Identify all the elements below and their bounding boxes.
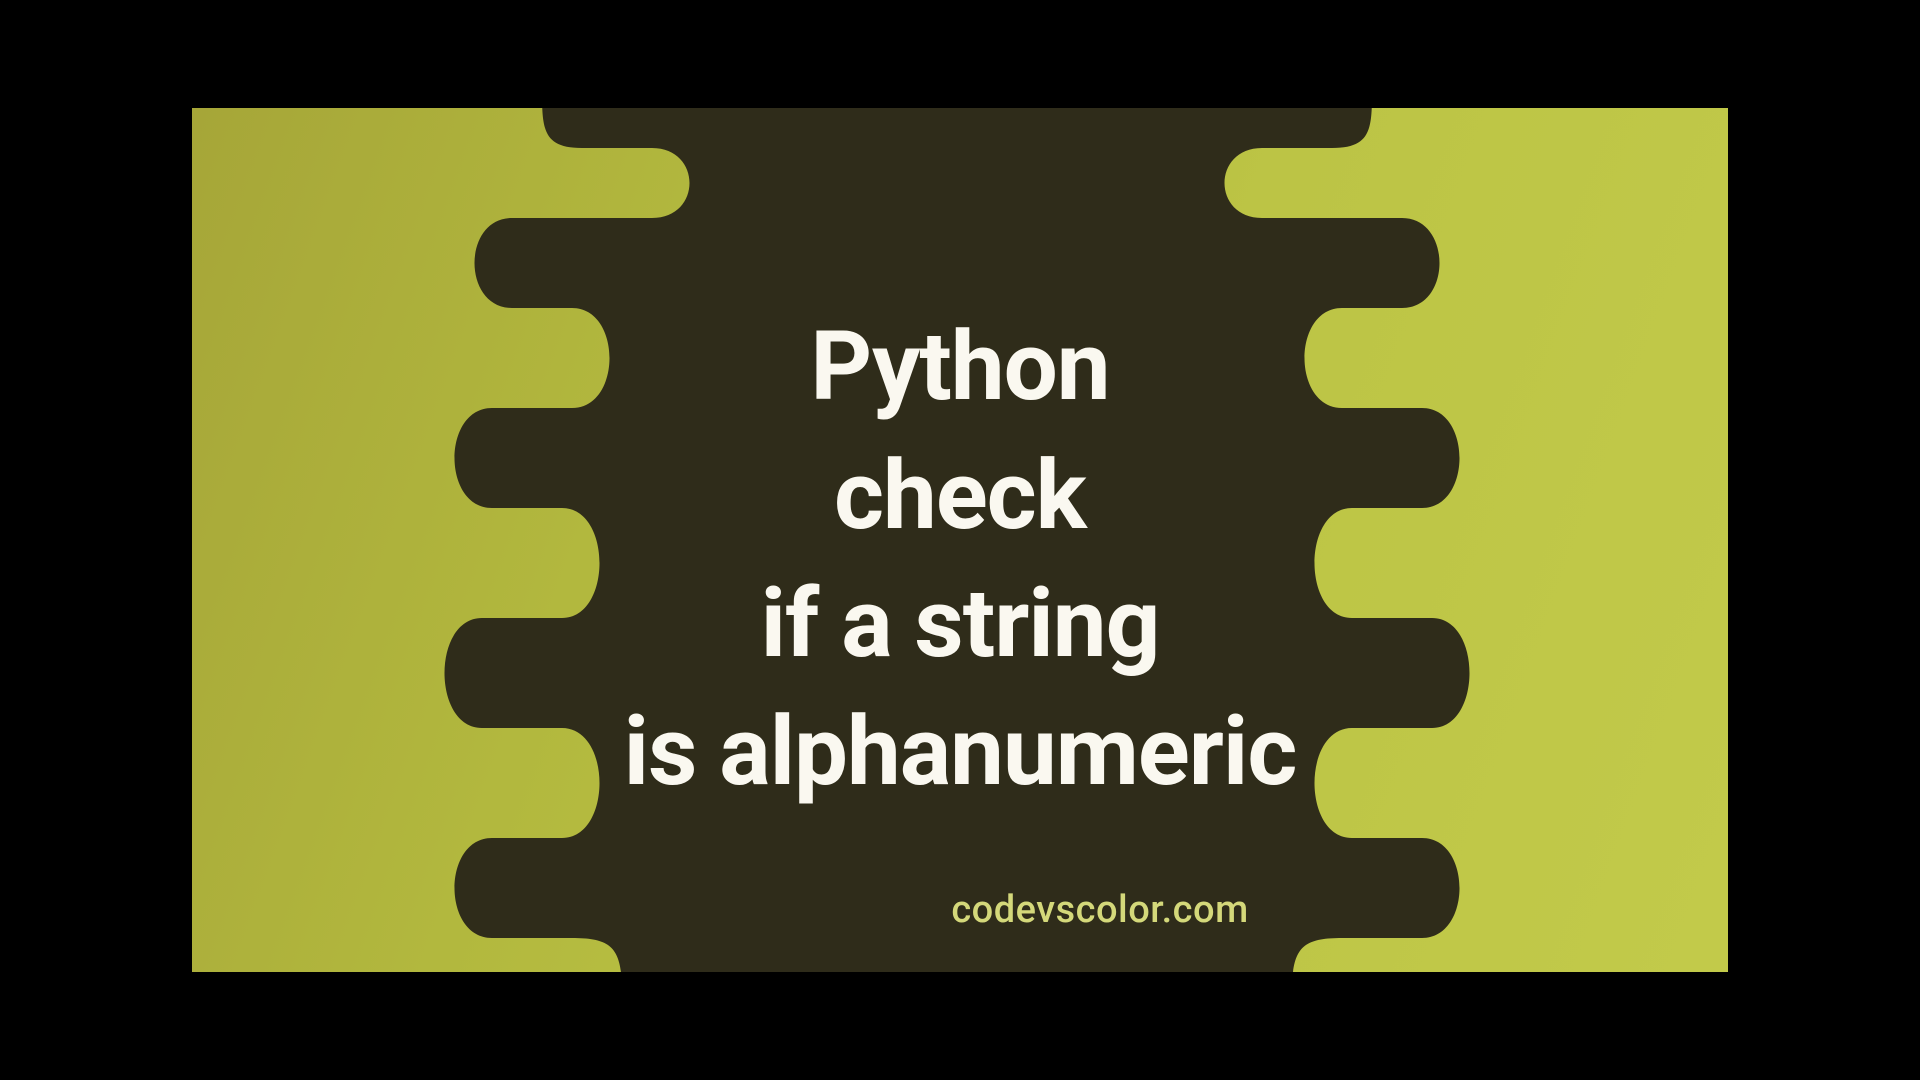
title-line-1: Python [810,312,1109,422]
title-line-2: check [834,441,1086,551]
title-line-4: is alphanumeric [624,697,1297,807]
content-area: Python check if a string is alphanumeric [192,108,1728,972]
title-block: Python check if a string is alphanumeric [624,312,1297,808]
title-line-3: if a string [761,569,1160,679]
footer-credit: codevscolor.com [951,888,1248,932]
graphic-canvas: Python check if a string is alphanumeric… [192,108,1728,972]
